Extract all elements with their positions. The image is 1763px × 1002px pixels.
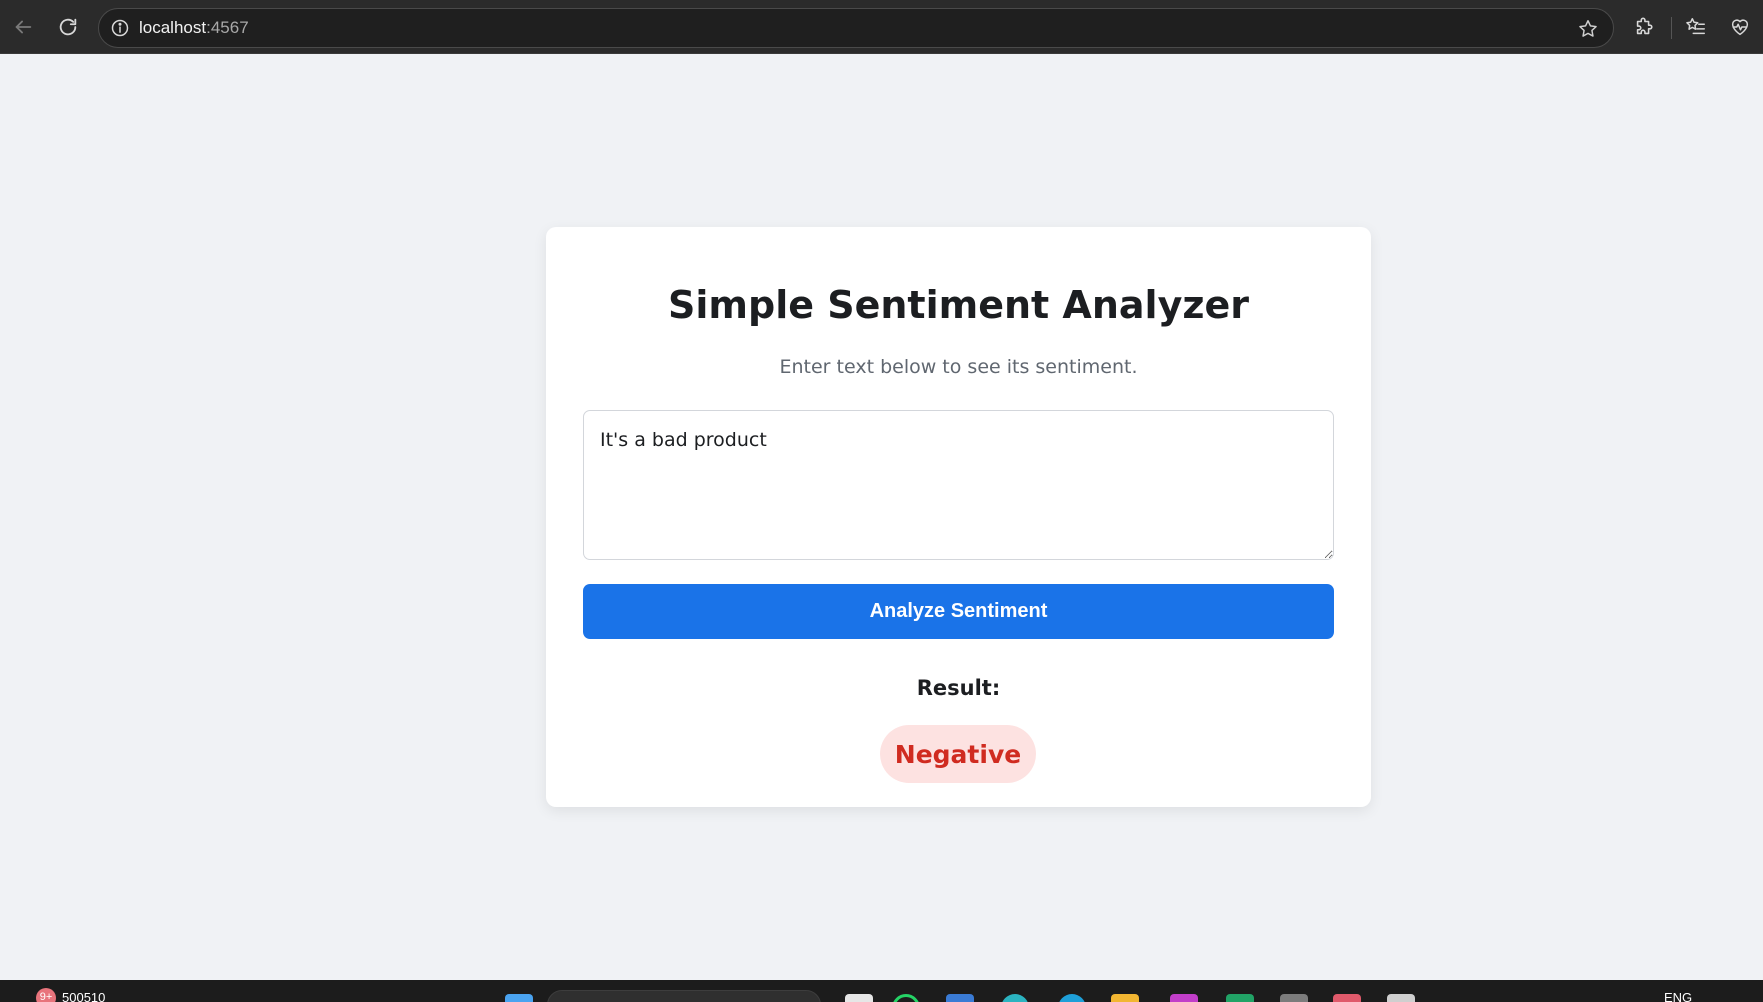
browser-toolbar: localhost:4567 xyxy=(0,0,1763,54)
game-icon[interactable] xyxy=(1280,994,1308,1002)
address-bar[interactable]: localhost:4567 xyxy=(98,8,1614,48)
favorites-list-icon xyxy=(1686,18,1705,35)
sentiment-text-input[interactable]: It's a bad product xyxy=(583,410,1334,560)
analyze-sentiment-button[interactable]: Analyze Sentiment xyxy=(583,584,1334,639)
result-heading: Result: xyxy=(916,676,1001,700)
back-arrow-icon xyxy=(15,20,32,34)
browser-icon[interactable] xyxy=(1058,994,1086,1002)
file-explorer-icon[interactable] xyxy=(1111,994,1139,1002)
edge-icon[interactable] xyxy=(946,994,974,1002)
taskview-icon[interactable] xyxy=(845,994,873,1002)
reload-icon xyxy=(59,18,77,36)
language-indicator[interactable]: ENG xyxy=(1664,990,1692,1002)
page-title: Simple Sentiment Analyzer xyxy=(668,283,1249,327)
heart-pulse-icon xyxy=(1731,19,1749,36)
back-button[interactable] xyxy=(6,10,40,44)
windows-taskbar: 9+ 500510 ENG xyxy=(0,980,1763,1002)
analyzer-card: Simple Sentiment Analyzer Enter text bel… xyxy=(546,227,1371,807)
toolbar-divider xyxy=(1671,17,1672,39)
page-subtitle: Enter text below to see its sentiment. xyxy=(779,356,1138,378)
favorites-button[interactable] xyxy=(1682,13,1710,41)
sentiment-result-badge: Negative xyxy=(880,725,1036,783)
puzzle-icon xyxy=(1636,17,1653,35)
stock-ticker-widget[interactable]: 500510 xyxy=(62,990,105,1002)
chrome-active-icon[interactable] xyxy=(1001,994,1029,1002)
site-info-icon[interactable] xyxy=(109,17,131,39)
notification-badge[interactable]: 9+ xyxy=(36,988,56,1002)
start-menu-icon[interactable] xyxy=(505,994,533,1002)
paint-icon[interactable] xyxy=(1333,994,1361,1002)
url-host: localhost xyxy=(139,18,207,37)
url-text[interactable]: localhost:4567 xyxy=(139,18,249,38)
media-app-icon[interactable] xyxy=(1170,994,1198,1002)
app-icon[interactable] xyxy=(1387,994,1415,1002)
spreadsheet-icon[interactable] xyxy=(1226,994,1254,1002)
whatsapp-icon[interactable] xyxy=(892,994,920,1002)
bookmark-star-button[interactable] xyxy=(1575,16,1601,42)
reload-button[interactable] xyxy=(51,10,85,44)
star-icon xyxy=(1579,20,1597,37)
extensions-button[interactable] xyxy=(1630,13,1658,41)
page-viewport: Simple Sentiment Analyzer Enter text bel… xyxy=(0,54,1763,980)
browser-essentials-button[interactable] xyxy=(1726,13,1754,41)
url-port: :4567 xyxy=(206,18,249,37)
taskbar-search-box[interactable] xyxy=(547,990,821,1002)
